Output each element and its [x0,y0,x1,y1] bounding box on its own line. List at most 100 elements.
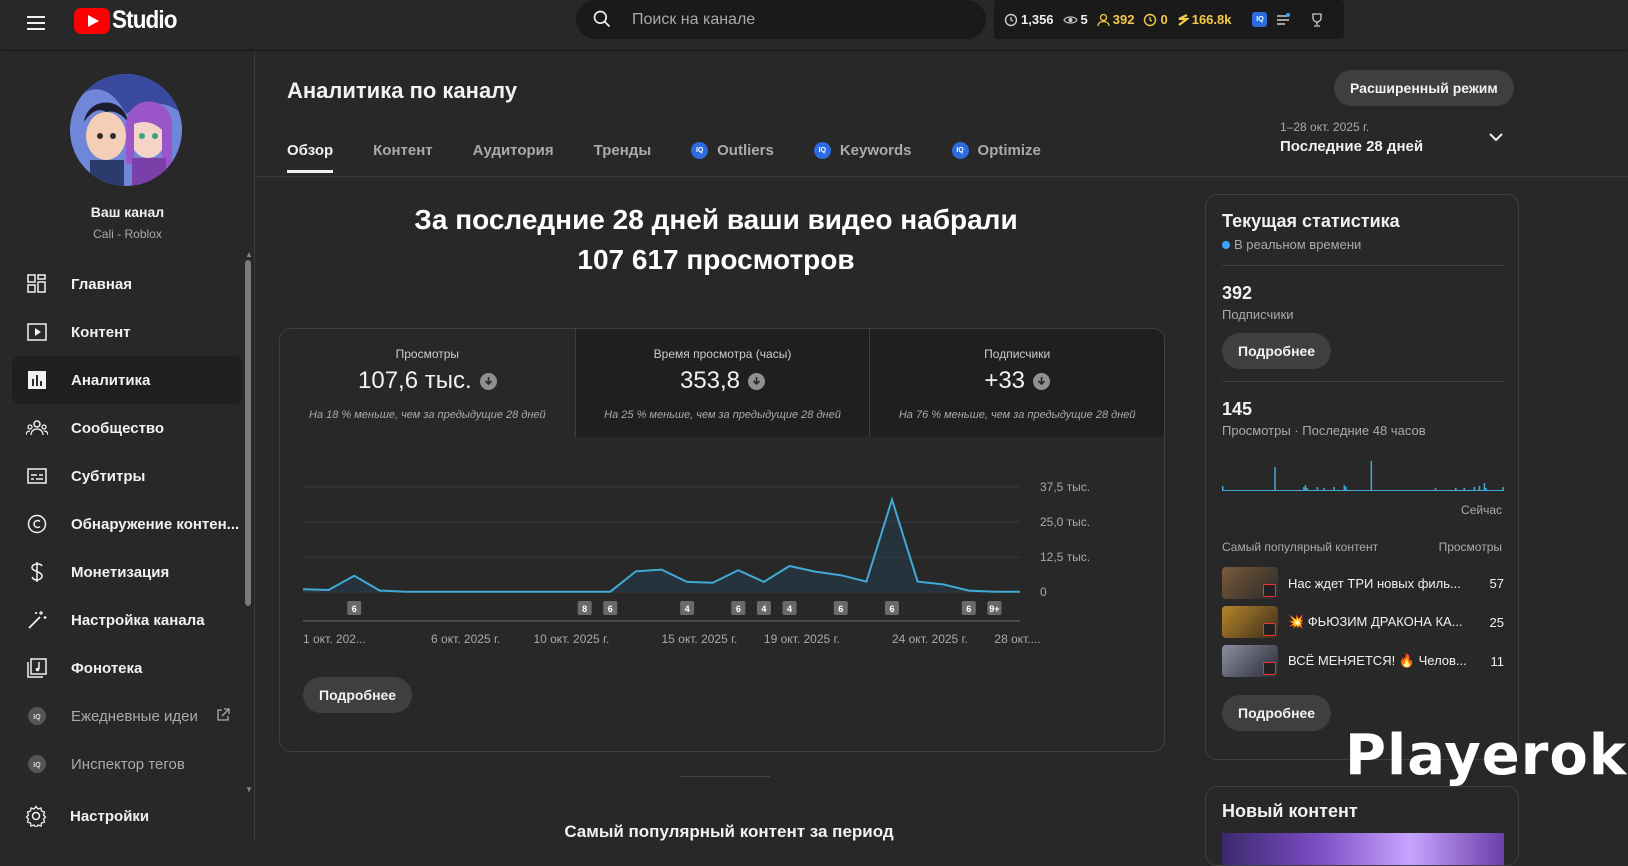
search-icon[interactable] [592,9,612,29]
sidebar-item-label: Настройка канала [71,611,205,629]
ext-trophy-button[interactable] [1310,12,1327,27]
ext-iq-button[interactable]: IQ [1252,12,1268,27]
ext-time-stat: 0 [1143,12,1168,27]
chart-video-badge-label: 4 [787,604,792,614]
metric-watch-time[interactable]: Время просмотра (часы) 353,8 На 25 % мен… [574,329,870,437]
iq-icon: IQ [25,704,49,728]
tab-outliers[interactable]: IQ Outliers [691,130,774,170]
metric-note: На 25 % меньше, чем за предыдущие 28 дне… [604,409,841,421]
realtime-now-label: Сейчас [1461,503,1502,517]
popular-more-button[interactable]: Подробнее [1222,695,1332,731]
popular-row-title: 💥 ФЬЮЗИМ ДРАКОНА КА... [1288,614,1463,629]
studio-logo[interactable]: Studio [74,6,184,35]
sidebar-item-audio-library[interactable]: Фонотека [12,644,242,692]
realtime-bar [1306,488,1308,491]
realtime-bar [1316,487,1319,491]
metric-views[interactable]: Просмотры 107,6 тыс. На 18 % меньше, чем… [280,329,575,437]
sidebar-item-subtitles[interactable]: Субтитры [12,452,242,500]
sidebar-item-label: Аналитика [71,371,151,389]
sidebar-item-label: Контент [71,323,131,341]
sidebar-item-dashboard[interactable]: Главная [12,260,242,308]
chart-x-tick-label: 10 окт. 2025 г. [533,632,609,646]
chart-x-tick-label: 28 окт.... [994,632,1040,646]
sidebar-item-customization[interactable]: Настройка канала [12,596,242,644]
divider [1222,265,1504,266]
tab-label: Тренды [593,141,652,159]
realtime-bar [1274,467,1276,491]
iq-icon: IQ [1252,12,1268,27]
sidebar-item-analytics[interactable]: Аналитика [12,356,242,404]
popular-content-header: Самый популярный контент [1222,540,1379,554]
realtime-bar-chart[interactable] [1222,453,1504,491]
realtime-more-button[interactable]: Подробнее [1222,333,1332,369]
new-content-thumbnail[interactable] [1222,833,1504,865]
realtime-bar [1303,487,1305,491]
realtime-bar [1323,488,1325,491]
advanced-mode-button[interactable]: Расширенный режим [1334,70,1514,106]
metric-note: На 76 % меньше, чем за предыдущие 28 дне… [898,409,1136,421]
ext-list-button[interactable] [1276,12,1293,27]
sidebar: Ваш канал Cali - Roblox Главная Контент … [0,50,255,841]
tab-keywords[interactable]: IQ Keywords [813,130,912,170]
sidebar-item-daily-ideas[interactable]: IQ Ежедневные идеи [12,692,242,740]
chart-y-tick-label: 25,0 тыс. [1040,515,1090,529]
metric-subscribers[interactable]: Подписчики +33 На 76 % меньше, чем за пр… [869,329,1164,437]
ext-watch-stat: 1,356 [1004,12,1054,27]
views-line-chart[interactable]: 37,5 тыс. 25,0 тыс. 12,5 тыс. 0 6 8 6 4 6 4 4 6 6 6 9+… [280,437,1165,667]
tab-trends[interactable]: Тренды [594,130,652,170]
popular-row-title: ВСЁ МЕНЯЕТСЯ! 🔥 Челов... [1288,653,1467,668]
avatar-image [70,74,182,186]
sidebar-item-monetization[interactable]: Монетизация [12,548,242,596]
popular-row[interactable]: 💥 ФЬЮЗИМ ДРАКОНА КА... 25 [1222,606,1504,638]
scroll-down-arrow[interactable]: ▼ [245,785,253,794]
list-icon [1277,12,1291,25]
date-range-picker[interactable]: 1–28 окт. 2025 г. Последние 28 дней [1280,120,1423,155]
realtime-bar [1473,487,1476,491]
shorts-icon [1263,584,1276,597]
realtime-bar [1455,488,1457,491]
tab-audience[interactable]: Аудитория [473,130,554,170]
scroll-up-arrow[interactable]: ▲ [245,250,253,259]
metric-label: Подписчики [984,347,1051,361]
settings-label: Настройки [70,807,150,825]
ext-subs-value: 392 [1112,12,1135,27]
tab-label: Outliers [717,141,774,159]
logo-text: Studio [112,6,177,34]
chevron-down-icon[interactable] [1488,132,1504,142]
tab-label: Аудитория [472,141,554,159]
chart-video-badge-label: 4 [761,604,766,614]
dashboard-icon [25,272,49,296]
tab-content[interactable]: Контент [373,130,432,170]
watermark-logo: Playerok [1345,723,1628,788]
page-title: Аналитика по каналу [287,78,518,103]
tab-label: Keywords [839,141,912,159]
chart-video-badge-label: 9+ [989,604,999,614]
overview-chart-card: Просмотры 107,6 тыс. На 18 % меньше, чем… [279,328,1165,752]
search-bar[interactable] [576,0,986,39]
sidebar-item-copyright[interactable]: Обнаружение контен... [12,500,242,548]
hamburger-menu-icon[interactable] [24,12,48,36]
popular-row[interactable]: Нас ждет ТРИ новых филь... 57 [1222,567,1504,599]
sidebar-item-settings[interactable]: Настройки [24,804,149,828]
gear-icon [24,804,48,828]
sidebar-item-community[interactable]: Сообщество [12,404,242,452]
metric-value-text: 353,8 [679,367,741,394]
channel-handle: Cali - Roblox [93,227,162,241]
realtime-subs-value: 392 [1222,283,1253,303]
sidebar-item-content[interactable]: Контент [12,308,242,356]
ext-time-value: 0 [1160,12,1168,27]
chart-more-button[interactable]: Подробнее [303,677,413,713]
magic-wand-icon [25,608,49,632]
search-input[interactable] [632,0,972,39]
popular-row[interactable]: ВСЁ МЕНЯЕТСЯ! 🔥 Челов... 11 [1222,645,1504,677]
metric-label: Время просмотра (часы) [653,347,792,361]
chart-video-badge-label: 8 [582,604,587,614]
tab-optimize[interactable]: IQ Optimize [951,130,1041,170]
sidebar-item-tag-inspector[interactable]: IQ Инспектор тегов [12,740,242,788]
tab-overview[interactable]: Обзор [287,130,334,173]
svg-text:IQ: IQ [33,762,41,769]
person-icon [1097,13,1110,26]
metric-value: +33 [870,367,1164,395]
sidebar-scrollbar[interactable] [245,260,251,606]
channel-avatar[interactable] [70,74,182,186]
